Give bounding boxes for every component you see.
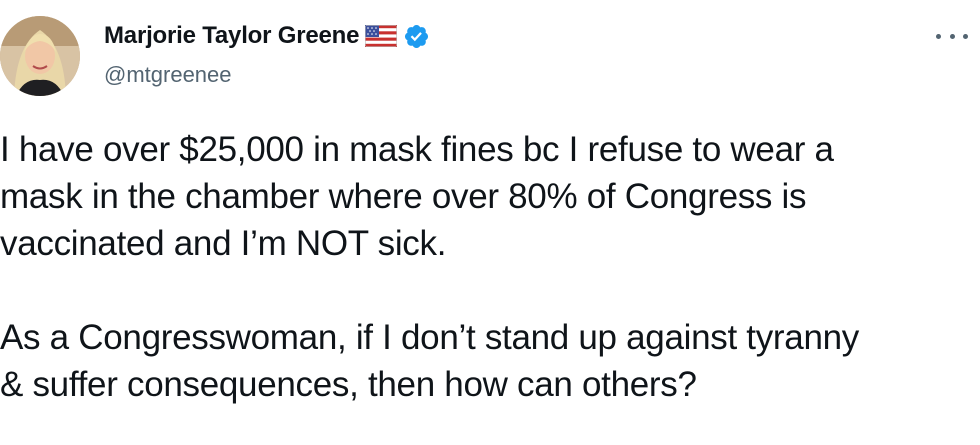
tweet-line: I have over $25,000 in mask fines bc I r… bbox=[0, 130, 834, 169]
author-handle[interactable]: @mtgreenee bbox=[104, 62, 232, 88]
tweet-line: As a Congresswoman, if I don’t stand up … bbox=[0, 318, 859, 357]
author-display-name[interactable]: Marjorie Taylor Greene bbox=[104, 22, 359, 50]
avatar[interactable] bbox=[0, 16, 80, 96]
dot bbox=[963, 33, 968, 39]
tweet-paragraph: As a Congresswoman, if I don’t stand up … bbox=[0, 314, 960, 408]
dot bbox=[949, 33, 955, 39]
tweet-line: vaccinated and I’m NOT sick. bbox=[0, 224, 447, 263]
more-options-icon[interactable] bbox=[936, 26, 968, 46]
dot bbox=[936, 33, 941, 39]
tweet-line: mask in the chamber where over 80% of Co… bbox=[0, 177, 807, 216]
author-name-row: Marjorie Taylor Greene bbox=[104, 22, 430, 50]
tweet-line: & suffer consequences, then how can othe… bbox=[0, 365, 697, 404]
us-flag-icon bbox=[365, 25, 398, 47]
tweet-text: I have over $25,000 in mask fines bc I r… bbox=[0, 126, 960, 408]
verified-badge-icon bbox=[405, 24, 429, 48]
tweet-paragraph: I have over $25,000 in mask fines bc I r… bbox=[0, 126, 960, 267]
profile-photo bbox=[0, 16, 80, 96]
